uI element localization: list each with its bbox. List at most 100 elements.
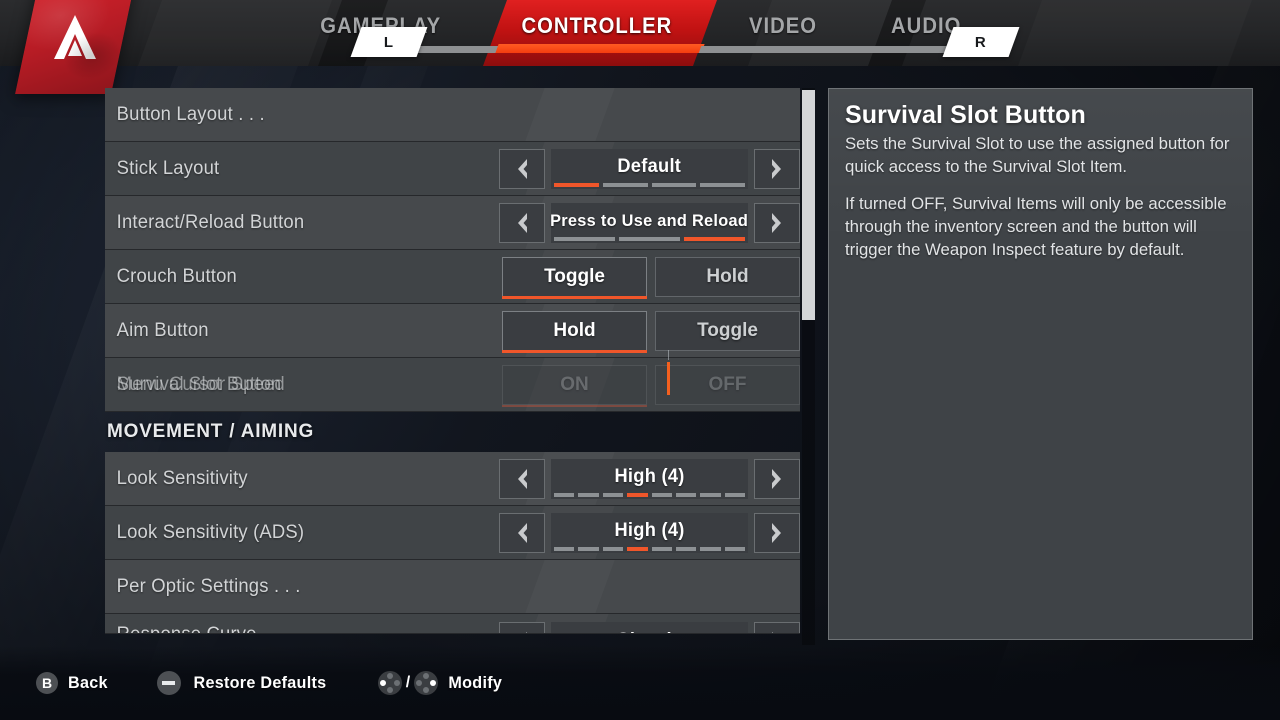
right-bumper-indicator[interactable]: R <box>942 27 1020 57</box>
setting-label: Look Sensitivity <box>116 467 248 489</box>
setting-label: Response Curve <box>105 624 257 633</box>
setting-control-spinner[interactable]: Classic <box>499 622 800 634</box>
setting-label-incoming: Survival Slot Button <box>116 373 282 395</box>
toggle-option-off[interactable]: OFF <box>655 364 800 405</box>
toggle-option-on[interactable]: ON <box>502 364 647 407</box>
settings-scrollbar-thumb[interactable] <box>802 90 815 320</box>
setting-row-per-optic-settings[interactable]: Per Optic Settings . . . <box>105 560 800 614</box>
setting-row-stick-layout[interactable]: Stick Layout Default <box>105 142 800 196</box>
setting-control-toggle[interactable]: Toggle Hold <box>502 256 800 299</box>
segment <box>554 492 575 497</box>
toggle-pair[interactable]: Toggle Hold <box>502 256 800 299</box>
chevron-left-icon[interactable] <box>499 202 545 243</box>
chevron-right-icon[interactable] <box>754 512 800 553</box>
setting-label: Per Optic Settings . . . <box>116 575 301 597</box>
row-sheen <box>525 560 614 613</box>
transition-tick <box>668 350 669 360</box>
setting-row-look-sensitivity-ads[interactable]: Look Sensitivity (ADS) High (4) <box>105 506 800 560</box>
setting-value-box: Default <box>551 148 748 189</box>
segment <box>554 182 599 187</box>
right-bumper-label: R <box>975 33 987 51</box>
setting-label: Stick Layout <box>116 157 220 179</box>
setting-control-spinner[interactable]: High (4) <box>499 458 800 499</box>
setting-control-spinner[interactable]: Press to Use and Reload <box>499 202 800 243</box>
info-panel-title: Survival Slot Button <box>845 101 1086 129</box>
segment <box>700 182 745 187</box>
transition-caret <box>667 362 670 395</box>
toggle-pair[interactable]: ON OFF <box>502 364 800 407</box>
setting-row-transitioning[interactable]: Menu Cursor Speed Survival Slot Button O… <box>105 350 800 412</box>
segment <box>724 546 745 551</box>
chevron-right-icon[interactable] <box>754 458 800 499</box>
setting-label: Aim Button <box>116 319 209 341</box>
settings-screen: GAMEPLAY CONTROLLER VIDEO AUDIO L R Butt… <box>0 0 1280 720</box>
setting-control-toggle[interactable]: Hold Toggle <box>502 310 800 353</box>
setting-value-box: High (4) <box>551 458 748 499</box>
tab-controller[interactable]: CONTROLLER <box>516 13 678 39</box>
setting-label: Button Layout . . . <box>116 103 265 125</box>
segment <box>554 236 615 241</box>
tab-video[interactable]: VIDEO <box>744 13 823 39</box>
toggle-option-toggle[interactable]: Toggle <box>655 310 800 351</box>
toggle-pair[interactable]: Hold Toggle <box>502 310 800 353</box>
setting-row-button-layout[interactable]: Button Layout . . . <box>105 88 800 142</box>
segment <box>619 236 680 241</box>
segment-indicator <box>554 546 745 551</box>
b-button-icon: B <box>36 672 58 694</box>
setting-value-box: High (4) <box>551 512 748 553</box>
prompt-separator: / <box>405 674 411 691</box>
dpad-left-icon <box>377 671 402 695</box>
chevron-left-icon[interactable] <box>499 512 545 553</box>
button-prompt-bar: B Back Restore Defaults / Modify <box>0 646 1280 720</box>
segment <box>554 546 575 551</box>
setting-value-box: Press to Use and Reload <box>550 202 749 243</box>
settings-list[interactable]: Button Layout . . . Stick Layout Default <box>105 88 800 645</box>
chevron-left-icon[interactable] <box>499 148 545 189</box>
settings-scrollbar-track[interactable] <box>802 88 815 645</box>
segment <box>700 546 721 551</box>
setting-row-crouch-button[interactable]: Crouch Button Toggle Hold <box>105 250 800 304</box>
segment <box>578 546 599 551</box>
setting-row-look-sensitivity[interactable]: Look Sensitivity High (4) <box>105 452 800 506</box>
chevron-right-icon[interactable] <box>754 622 800 633</box>
info-panel-paragraph-2: If turned OFF, Survival Items will only … <box>845 193 1227 259</box>
segment <box>627 546 648 551</box>
toggle-option-toggle[interactable]: Toggle <box>502 256 647 299</box>
setting-row-interact-reload-button[interactable]: Interact/Reload Button Press to Use and … <box>105 196 800 250</box>
row-sheen <box>525 88 614 141</box>
prompt-modify[interactable]: / Modify <box>377 671 504 695</box>
prompt-back-label: Back <box>68 673 108 692</box>
prompt-restore-defaults[interactable]: Restore Defaults <box>156 671 330 695</box>
prompt-back[interactable]: B Back <box>36 672 109 694</box>
setting-label: Crouch Button <box>116 265 237 287</box>
prompt-restore-defaults-label: Restore Defaults <box>193 673 327 692</box>
segment <box>651 546 672 551</box>
toggle-option-hold[interactable]: Hold <box>502 310 647 353</box>
setting-row-response-curve[interactable]: Response Curve Classic <box>105 614 800 634</box>
segment <box>651 492 672 497</box>
chevron-right-icon[interactable] <box>754 202 800 243</box>
setting-control-toggle[interactable]: ON OFF <box>502 364 800 407</box>
setting-row-aim-button[interactable]: Aim Button Hold Toggle <box>105 304 800 358</box>
chevron-left-icon[interactable] <box>499 458 545 499</box>
toggle-option-hold[interactable]: Hold <box>655 256 800 297</box>
segment <box>700 492 721 497</box>
setting-value: Press to Use and Reload <box>550 211 749 230</box>
setting-value: Classic <box>617 630 683 634</box>
setting-value: High (4) <box>614 520 685 541</box>
segment <box>651 182 697 187</box>
chevron-left-icon[interactable] <box>499 622 545 633</box>
setting-control-spinner[interactable]: Default <box>499 148 800 189</box>
left-bumper-indicator[interactable]: L <box>350 27 428 57</box>
segment-indicator <box>554 236 745 241</box>
segment <box>602 492 624 497</box>
segment-indicator <box>554 492 745 497</box>
segment <box>724 492 745 497</box>
segment <box>602 182 648 187</box>
setting-control-spinner[interactable]: High (4) <box>499 512 800 553</box>
nav-tabs: GAMEPLAY CONTROLLER VIDEO AUDIO <box>0 0 1280 52</box>
chevron-right-icon[interactable] <box>754 148 800 189</box>
segment-indicator <box>554 182 745 187</box>
info-panel-paragraph-1: Sets the Survival Slot to use the assign… <box>845 134 1230 176</box>
setting-value: High (4) <box>614 466 685 487</box>
